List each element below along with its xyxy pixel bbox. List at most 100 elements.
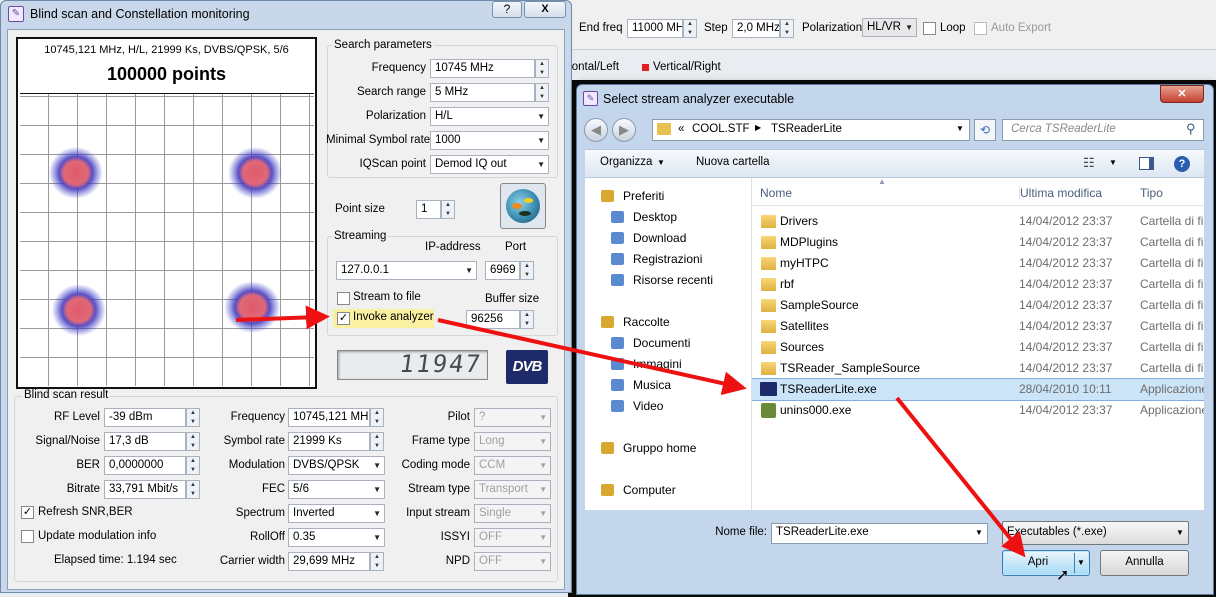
iqscan-point-select[interactable]: Demod IQ out	[430, 155, 549, 174]
close-button[interactable]: X	[524, 1, 566, 18]
back-button[interactable]: ◀	[584, 118, 608, 142]
help-icon[interactable]: ?	[1174, 156, 1190, 172]
column-modified[interactable]: Ultima modifica	[1019, 186, 1102, 200]
file-row[interactable]: myHTPC 14/04/2012 23:37 Cartella di fil	[752, 253, 1204, 274]
file-row[interactable]: TSReaderLite.exe 28/04/2010 10:11 Applicaz…	[752, 378, 1204, 401]
invoke-analyzer-checkbox[interactable]: ✓	[337, 312, 350, 325]
file-name: rbf	[780, 277, 795, 291]
rf-level-spinner[interactable]: ▲ ▼	[186, 408, 200, 427]
frequency-spinner[interactable]: ▲ ▼	[535, 59, 549, 78]
view-dropdown-icon[interactable]: ▼	[1109, 158, 1117, 167]
new-folder-button[interactable]: Nuova cartella	[696, 156, 770, 168]
file-row[interactable]: MDPlugins 14/04/2012 23:37 Cartella di fil	[752, 232, 1204, 253]
nav-item-label: Documenti	[633, 336, 691, 350]
search-range-spinner[interactable]: ▲ ▼	[535, 83, 549, 102]
view-options-icon[interactable]: ☷	[1083, 155, 1095, 171]
bitrate-spinner[interactable]: ▲ ▼	[186, 480, 200, 499]
coding-mode-select[interactable]: CCM	[474, 456, 551, 475]
nav-item-computer[interactable]: Computer	[585, 480, 751, 501]
nav-item-registrazioni[interactable]: Registrazioni	[585, 249, 751, 270]
npd-select[interactable]: OFF	[474, 552, 551, 571]
symbol-rate-spinner[interactable]: ▲ ▼	[370, 432, 384, 451]
loop-checkbox[interactable]	[923, 22, 936, 35]
file-row[interactable]: Drivers 14/04/2012 23:37 Cartella di fil	[752, 211, 1204, 232]
ber-label: BER	[76, 459, 100, 471]
nav-item-gruppo-home[interactable]: Gruppo home	[585, 438, 751, 459]
file-row[interactable]: Sources 14/04/2012 23:37 Cartella di fil	[752, 337, 1204, 358]
step-spinner[interactable]: ▲ ▼	[780, 19, 794, 38]
ip-address-label: IP-address	[425, 241, 481, 253]
polarization-top-select[interactable]: HL/VR	[862, 18, 917, 37]
point-size-input[interactable]: 1	[416, 200, 441, 219]
end-freq-spinner[interactable]: ▲ ▼	[683, 19, 697, 38]
column-type[interactable]: Tipo	[1140, 186, 1163, 200]
fish-logo-icon	[506, 189, 540, 223]
fec-select[interactable]: 5/6	[288, 480, 385, 499]
fish-logo-button[interactable]	[500, 183, 546, 229]
auto-export-checkbox[interactable]	[974, 22, 987, 35]
breadcrumb-cool-stf[interactable]: COOL.STF	[692, 123, 750, 135]
organize-button[interactable]: Organizza	[600, 156, 652, 168]
buffer-size-spinner[interactable]: ▲ ▼	[520, 310, 534, 329]
carrier-width-spinner[interactable]: ▲ ▼	[370, 552, 384, 571]
update-modulation-checkbox[interactable]	[21, 530, 34, 543]
file-row[interactable]: rbf 14/04/2012 23:37 Cartella di fil	[752, 274, 1204, 295]
file-row[interactable]: TSReader_SampleSource 14/04/2012 23:37 Car…	[752, 358, 1204, 379]
refresh-button[interactable]: ⟲	[974, 119, 996, 141]
auto-export-label: Auto Export	[991, 22, 1052, 34]
stream-type-select[interactable]: Transport	[474, 480, 551, 499]
frame-type-select[interactable]: Long	[474, 432, 551, 451]
nav-item-download[interactable]: Download	[585, 228, 751, 249]
stream-to-file-checkbox[interactable]	[337, 292, 350, 305]
documents-icon	[611, 337, 624, 349]
forward-button[interactable]: ▶	[612, 118, 636, 142]
file-row[interactable]: unins000.exe 14/04/2012 23:37 Applicazione	[752, 400, 1204, 421]
nav-item-musica[interactable]: Musica	[585, 375, 751, 396]
input-stream-select[interactable]: Single	[474, 504, 551, 523]
min-symbol-rate-select[interactable]: 1000	[430, 131, 549, 150]
streaming-title: Streaming	[332, 230, 389, 242]
file-row[interactable]: SampleSource 14/04/2012 23:37 Cartella di …	[752, 295, 1204, 316]
spectrum-select[interactable]: Inverted	[288, 504, 385, 523]
nav-item-immagini[interactable]: Immagini	[585, 354, 751, 375]
step-input[interactable]: 2,0 MHz	[732, 19, 780, 38]
port-input[interactable]: 6969	[485, 261, 520, 280]
pilot-select[interactable]: ?	[474, 408, 551, 427]
open-dropdown-icon[interactable]: ▼	[1077, 558, 1085, 567]
search-range-input[interactable]: 5 MHz	[430, 83, 535, 102]
search-icon[interactable]: ⚲	[1186, 121, 1196, 137]
signal-noise-spinner[interactable]: ▲ ▼	[186, 432, 200, 451]
frequency-input[interactable]: 10745 MHz	[430, 59, 535, 78]
modulation-select[interactable]: DVBS/QPSK	[288, 456, 385, 475]
file-row[interactable]: Satellites 14/04/2012 23:37 Cartella di fi…	[752, 316, 1204, 337]
filename-dropdown-icon[interactable]: ▼	[975, 528, 983, 537]
nav-item-video[interactable]: Video	[585, 396, 751, 417]
refresh-snr-checkbox[interactable]: ✓	[21, 506, 34, 519]
nav-item-risorse-recenti[interactable]: Risorse recenti	[585, 270, 751, 291]
file-type: Cartella di fil	[1140, 298, 1204, 312]
nav-item-desktop[interactable]: Desktop	[585, 207, 751, 228]
legend-horizontal: zontal/Left	[566, 61, 620, 73]
end-freq-input[interactable]: 11000 MHz	[627, 19, 683, 38]
port-spinner[interactable]: ▲ ▼	[520, 261, 534, 280]
buffer-size-input[interactable]: 96256	[466, 310, 520, 329]
address-dropdown-icon[interactable]: ▼	[956, 124, 964, 133]
point-size-spinner[interactable]: ▲ ▼	[441, 200, 455, 219]
issyi-select[interactable]: OFF	[474, 528, 551, 547]
help-button[interactable]: ?	[492, 1, 522, 18]
rolloff-select[interactable]: 0.35	[288, 528, 385, 547]
result-frequency-spinner[interactable]: ▲ ▼	[370, 408, 384, 427]
dialog-close-button[interactable]: ✕	[1160, 85, 1204, 103]
search-polarization-select[interactable]: H/L	[430, 107, 549, 126]
nav-item-raccolte[interactable]: Raccolte	[585, 312, 751, 333]
ber-spinner[interactable]: ▲ ▼	[186, 456, 200, 475]
breadcrumb-tsreaderlite[interactable]: TSReaderLite	[771, 123, 842, 135]
breadcrumb-overflow[interactable]: «	[678, 123, 684, 135]
file-name: myHTPC	[780, 256, 829, 270]
nav-item-preferiti[interactable]: Preferiti	[585, 186, 751, 207]
preview-pane-icon[interactable]	[1139, 157, 1154, 170]
column-name[interactable]: Nome	[760, 186, 792, 200]
ip-address-select[interactable]: 127.0.0.1	[336, 261, 477, 280]
nav-item-documenti[interactable]: Documenti	[585, 333, 751, 354]
fec-label: FEC	[262, 483, 285, 495]
